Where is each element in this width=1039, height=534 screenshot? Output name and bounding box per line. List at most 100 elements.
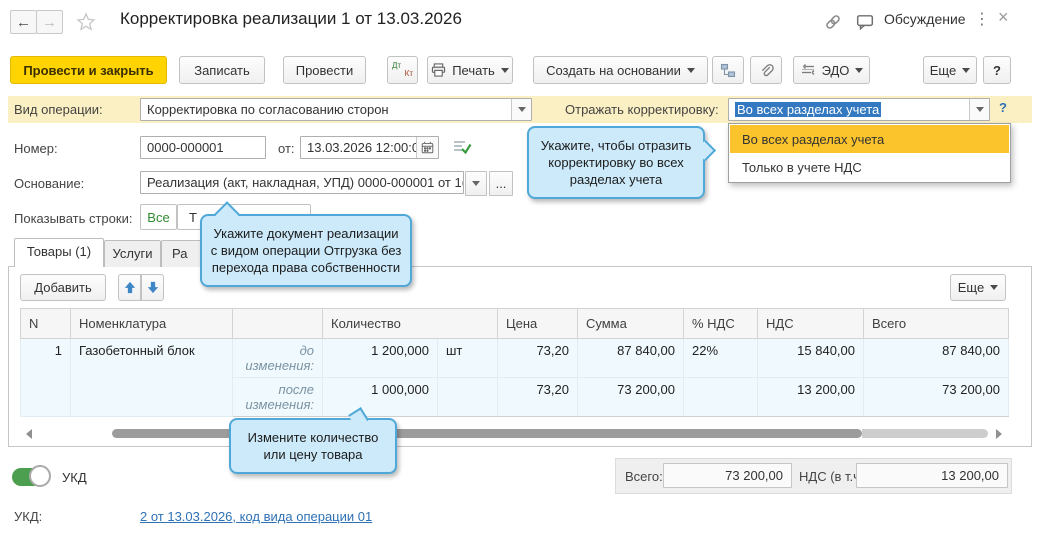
discussion-label[interactable]: Обсуждение bbox=[884, 11, 966, 27]
cell-before-sum[interactable]: 87 840,00 bbox=[578, 339, 684, 378]
reflect-help-link[interactable]: ? bbox=[999, 100, 1007, 115]
cell-after-unit[interactable] bbox=[438, 378, 498, 417]
date-label: от: bbox=[278, 141, 295, 156]
edo-label: ЭДО bbox=[822, 63, 850, 78]
add-row-button[interactable]: Добавить bbox=[20, 274, 106, 301]
cell-after-label: после изменения: bbox=[233, 378, 323, 417]
more-label: Еще bbox=[930, 63, 956, 78]
show-rows-all-button[interactable]: Все bbox=[140, 204, 177, 230]
more-menu-dots-icon[interactable]: ⋮ bbox=[974, 9, 990, 29]
arrow-down-icon bbox=[147, 281, 159, 294]
create-on-basis-button[interactable]: Создать на основании bbox=[533, 56, 708, 84]
move-row-down-button[interactable] bbox=[141, 274, 164, 301]
date-input[interactable]: 13.03.2026 12:00:00 bbox=[300, 136, 439, 159]
back-arrow-icon: ← bbox=[16, 14, 31, 31]
print-dropdown-caret bbox=[501, 68, 509, 73]
cell-n[interactable]: 1 bbox=[21, 339, 71, 417]
table-more-button[interactable]: Еще bbox=[950, 274, 1006, 301]
table-header-row: N Номенклатура Количество Цена Сумма % Н… bbox=[21, 309, 1009, 339]
calendar-icon[interactable] bbox=[416, 137, 438, 158]
cell-before-price[interactable]: 73,20 bbox=[498, 339, 578, 378]
col-qty: Количество bbox=[323, 309, 498, 339]
reflect-dropdown-list: Во всех разделах учета Только в учете НД… bbox=[728, 123, 1011, 183]
cell-before-total[interactable]: 87 840,00 bbox=[864, 339, 1009, 378]
reflect-label: Отражать корректировку: bbox=[565, 102, 719, 117]
tooltip-reflect: Укажите, чтобы отразить корректировку во… bbox=[527, 126, 705, 199]
save-button[interactable]: Записать bbox=[179, 56, 265, 84]
set-time-doc-check-icon[interactable] bbox=[453, 138, 472, 156]
get-link-icon[interactable] bbox=[824, 13, 842, 31]
hscroll-left-arrow[interactable] bbox=[26, 429, 32, 439]
cell-after-total[interactable]: 73 200,00 bbox=[864, 378, 1009, 417]
post-button[interactable]: Провести bbox=[283, 56, 366, 84]
tooltip-basis: Укажите документ реализации с видом опер… bbox=[200, 214, 412, 287]
ukd-toggle[interactable] bbox=[12, 468, 50, 486]
col-item: Номенклатура bbox=[71, 309, 233, 339]
col-price: Цена bbox=[498, 309, 578, 339]
cell-before-vat-rate[interactable]: 22% bbox=[684, 339, 758, 378]
number-label: Номер: bbox=[14, 141, 58, 156]
post-and-close-button[interactable]: Провести и закрыть bbox=[10, 56, 167, 84]
basis-input[interactable]: Реализация (акт, накладная, УПД) 0000-00… bbox=[140, 171, 464, 194]
total-value-field: 73 200,00 bbox=[663, 463, 792, 488]
col-sum: Сумма bbox=[578, 309, 684, 339]
tab-services[interactable]: Услуги bbox=[104, 240, 161, 267]
related-documents-button[interactable] bbox=[712, 56, 744, 84]
hscroll-track[interactable] bbox=[862, 429, 988, 438]
basis-dropdown-button[interactable] bbox=[465, 171, 487, 196]
back-button[interactable]: ← bbox=[10, 10, 37, 34]
dtkt-postings-button[interactable]: Дт Кт bbox=[387, 56, 418, 84]
ukd-document-link[interactable]: 2 от 13.03.2026, код вида операции 01 bbox=[140, 509, 372, 524]
reflect-select[interactable]: Во всех разделах учета bbox=[728, 98, 990, 121]
dropdown-option-vat-only[interactable]: Только в учете НДС bbox=[730, 153, 1009, 181]
cell-before-vat[interactable]: 15 840,00 bbox=[758, 339, 864, 378]
show-rows-label: Показывать строки: bbox=[14, 211, 132, 226]
forward-arrow-icon: → bbox=[42, 14, 57, 31]
move-row-up-button[interactable] bbox=[118, 274, 141, 301]
operation-type-select[interactable]: Корректировка по согласованию сторон bbox=[140, 98, 532, 121]
more-caret bbox=[962, 68, 970, 73]
print-button[interactable]: Печать bbox=[427, 56, 513, 84]
items-table: N Номенклатура Количество Цена Сумма % Н… bbox=[20, 308, 1009, 417]
edo-button[interactable]: ЭДО bbox=[793, 56, 870, 84]
cell-after-vat[interactable]: 13 200,00 bbox=[758, 378, 864, 417]
cell-before-unit[interactable]: шт bbox=[438, 339, 498, 378]
cell-before-label: до изменения: bbox=[233, 339, 323, 378]
edo-exchange-icon bbox=[800, 63, 816, 77]
total-label: Всего: bbox=[625, 469, 663, 484]
ukd-toggle-label: УКД bbox=[62, 470, 87, 485]
col-total: Всего bbox=[864, 309, 1009, 339]
attachments-button[interactable] bbox=[750, 56, 782, 84]
create-on-basis-caret bbox=[687, 68, 695, 73]
favorite-star-icon[interactable] bbox=[76, 12, 96, 32]
number-input[interactable]: 0000-000001 bbox=[140, 136, 266, 159]
reflect-caret[interactable] bbox=[969, 99, 989, 120]
cell-after-vat-rate[interactable] bbox=[684, 378, 758, 417]
cell-item[interactable]: Газобетонный блок bbox=[71, 339, 233, 417]
dropdown-option-all-sections[interactable]: Во всех разделах учета bbox=[730, 125, 1009, 153]
table-more-caret bbox=[990, 285, 998, 290]
cell-after-sum[interactable]: 73 200,00 bbox=[578, 378, 684, 417]
cell-before-qty[interactable]: 1 200,000 bbox=[323, 339, 438, 378]
col-vat-rate: % НДС bbox=[684, 309, 758, 339]
ukd-label: УКД: bbox=[14, 509, 42, 524]
paperclip-icon bbox=[759, 63, 774, 78]
tooltip-reflect-arrow bbox=[695, 140, 716, 161]
close-icon[interactable]: × bbox=[998, 7, 1009, 28]
discussion-icon[interactable] bbox=[856, 14, 874, 30]
cell-after-price[interactable]: 73,20 bbox=[498, 378, 578, 417]
document-window: ← → Корректировка реализации 1 от 13.03.… bbox=[0, 0, 1039, 534]
operation-type-caret[interactable] bbox=[511, 99, 531, 120]
hscroll-right-arrow[interactable] bbox=[996, 429, 1002, 439]
col-n: N bbox=[21, 309, 71, 339]
hscroll-thumb[interactable] bbox=[112, 429, 862, 438]
more-button[interactable]: Еще bbox=[923, 56, 977, 84]
tab-goods[interactable]: Товары (1) bbox=[14, 238, 104, 267]
cell-after-qty[interactable]: 1 000,000 bbox=[323, 378, 438, 417]
help-button[interactable]: ? bbox=[983, 56, 1011, 84]
basis-choose-button[interactable]: ... bbox=[489, 171, 513, 196]
table-more-label: Еще bbox=[958, 280, 984, 295]
basis-label: Основание: bbox=[14, 176, 84, 191]
reflect-value: Во всех разделах учета bbox=[735, 102, 881, 117]
forward-button[interactable]: → bbox=[36, 10, 63, 34]
